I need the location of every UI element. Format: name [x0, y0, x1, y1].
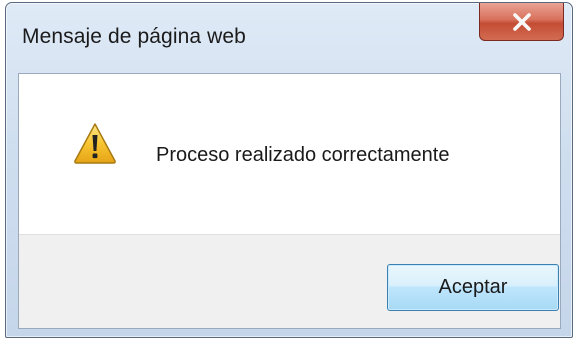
close-button[interactable]	[479, 3, 564, 41]
title-bar[interactable]: Mensaje de página web	[6, 3, 572, 73]
dialog-client-area: Proceso realizado correctamente Aceptar	[18, 73, 561, 329]
dialog-title: Mensaje de página web	[22, 25, 246, 48]
button-area: Aceptar	[19, 234, 560, 328]
message-area: Proceso realizado correctamente	[19, 74, 560, 234]
close-icon	[511, 12, 533, 31]
message-dialog: Mensaje de página web Proceso realizado …	[5, 2, 573, 338]
dialog-message: Proceso realizado correctamente	[156, 144, 450, 166]
warning-icon	[73, 122, 117, 164]
accept-button[interactable]: Aceptar	[387, 264, 559, 311]
